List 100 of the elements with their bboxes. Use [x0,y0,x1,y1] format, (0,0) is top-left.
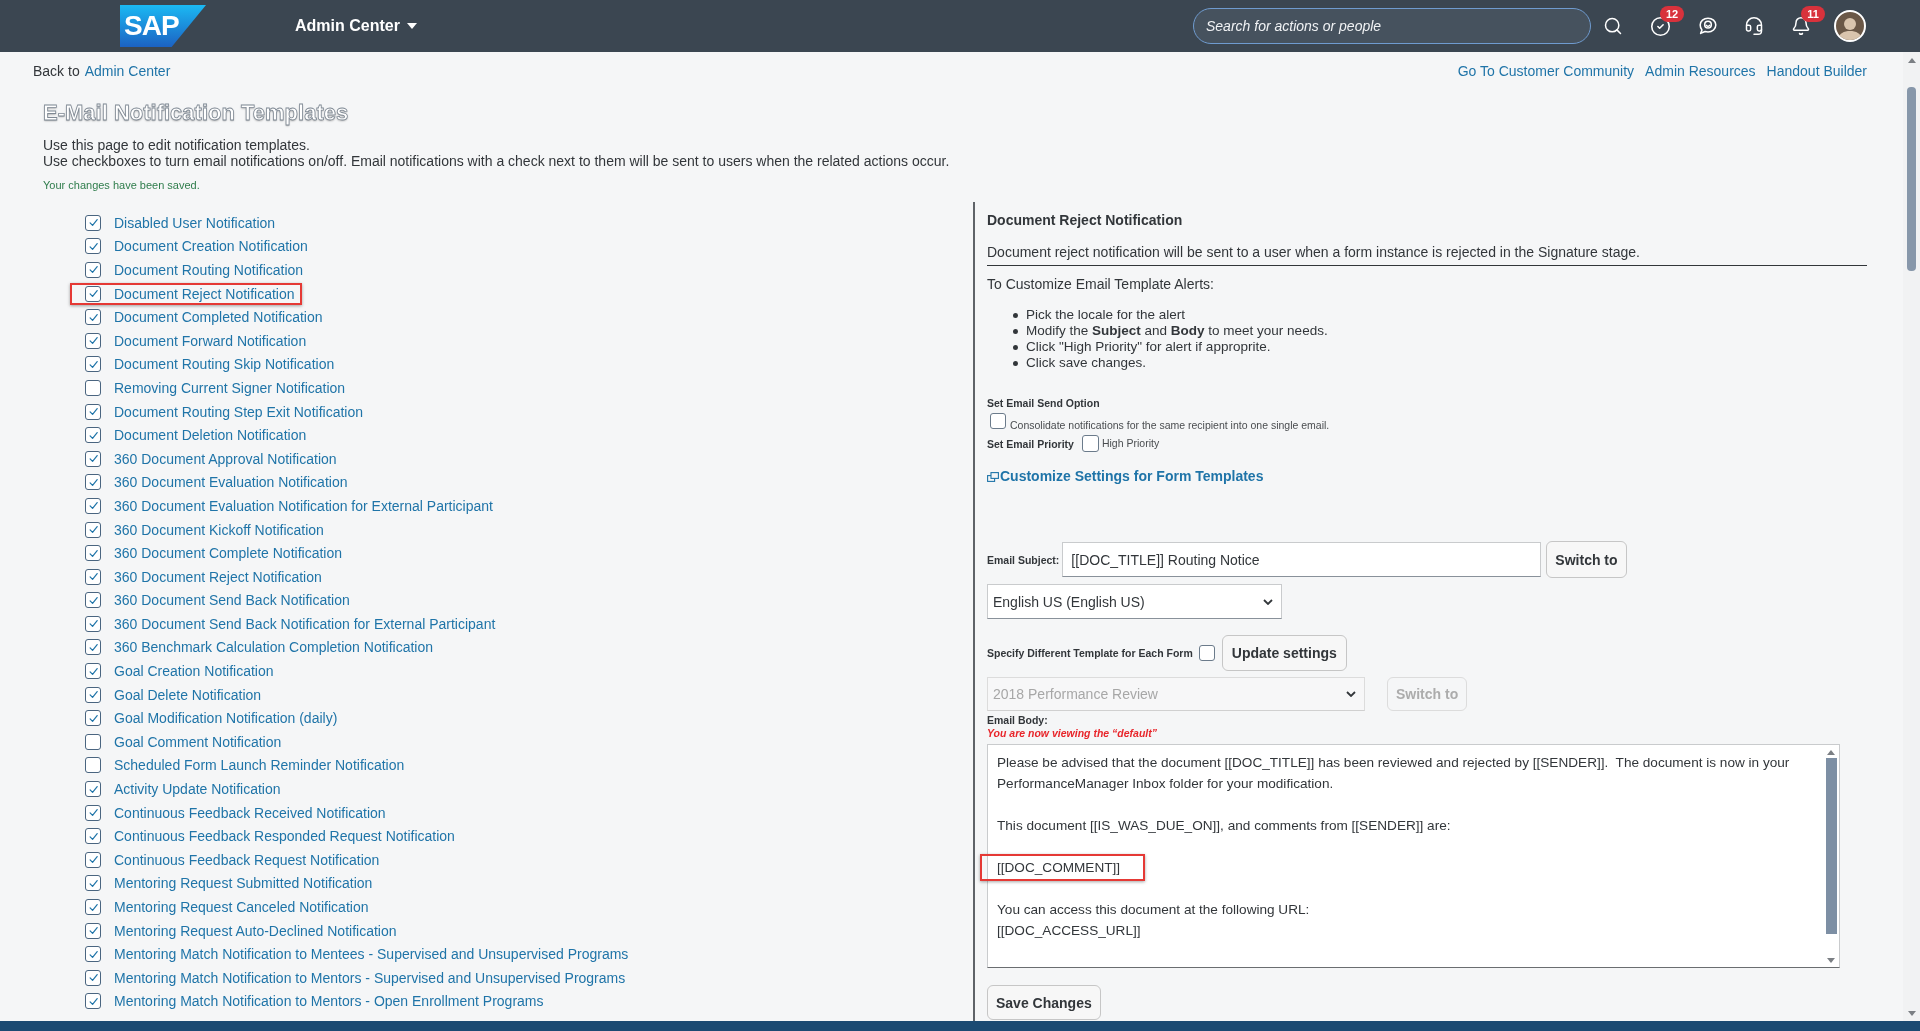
checkbox[interactable] [85,356,101,373]
notification-link[interactable]: Mentoring Request Canceled Notification [114,899,369,915]
checkbox[interactable] [85,899,101,915]
bullet-icon [1013,312,1018,318]
notification-link[interactable]: Scheduled Form Launch Reminder Notification [114,757,405,774]
check-icon [87,807,99,819]
switch-to-button[interactable]: Switch to [1546,541,1627,578]
notification-link[interactable]: 360 Document Complete Notification [114,545,342,562]
notification-link[interactable]: Removing Current Signer Notification [114,379,346,396]
notification-link[interactable]: 360 Document Reject Notification [114,568,322,585]
notification-link[interactable]: Mentoring Request Auto-Declined Notification [114,922,397,939]
update-settings-button[interactable]: Update settings [1221,635,1347,671]
save-changes-button[interactable]: Save Changes [987,985,1101,1020]
notification-link[interactable]: Document Completed Notification [114,309,323,326]
checkbox[interactable] [85,922,101,939]
notification-link[interactable]: Activity Update Notification [114,781,281,798]
checkbox[interactable] [85,332,101,349]
scrollbar-thumb[interactable] [1825,758,1837,934]
checkbox[interactable] [85,450,101,467]
notification-link[interactable]: 360 Document Evaluation Notification for External Participant [114,497,493,514]
checkbox[interactable] [85,663,101,680]
search-field[interactable]: Search for actions or people [1193,8,1591,44]
top-link[interactable]: Go To Customer Community [1457,62,1635,80]
notifications-button[interactable]: 11 [1784,6,1826,46]
checkbox[interactable] [85,474,101,491]
notification-link[interactable]: 360 Document Approval Notification [114,450,337,467]
check-icon [87,476,99,488]
notification-link[interactable]: Goal Delete Notification [114,686,262,703]
customize-link[interactable]: Customize Settings for Form Templates [987,468,1264,485]
scroll-down-icon [1827,958,1835,963]
checkbox[interactable] [85,568,101,585]
check-icon [87,642,99,653]
count-badge: 11 [1801,6,1825,22]
checkbox[interactable] [85,686,101,703]
notification-link[interactable]: Goal Modification Notification (daily) [114,710,338,727]
checkbox[interactable] [85,710,101,727]
notification-link[interactable]: Continuous Feedback Request Notification [114,851,380,868]
checkbox[interactable] [85,592,101,609]
notification-link[interactable]: Document Deletion Notification [114,427,307,444]
notification-link[interactable]: 360 Document Send Back Notification for External Participant [114,615,496,632]
notification-link[interactable]: Goal Creation Notification [114,663,274,680]
checkbox[interactable] [85,403,101,420]
checkbox[interactable] [990,413,1006,429]
checkbox[interactable] [85,875,101,892]
notification-link[interactable]: Continuous Feedback Received Notification [114,804,386,821]
checkbox[interactable] [85,804,101,821]
top-link[interactable]: Admin Resources [1645,62,1756,80]
notification-link[interactable]: 360 Document Kickoff Notification [114,521,324,538]
notification-link[interactable]: 360 Document Evaluation Notification [114,474,348,491]
intro-text: Use this page to edit notification templates. [43,137,311,153]
scrollbar-thumb[interactable] [1907,87,1916,271]
notification-link[interactable]: Mentoring Match Notification to Mentors - Supervised and Unsupervised Programs [114,969,626,986]
checkbox[interactable] [85,521,101,538]
notification-link[interactable]: Document Forward Notification [114,332,307,349]
top-link[interactable]: Handout Builder [1766,62,1867,80]
notification-link[interactable]: Mentoring Match Notification to Mentees - Supervised and Unsupervised Programs [114,946,629,963]
checkbox[interactable] [85,309,101,326]
checkbox[interactable] [85,757,101,774]
checkbox[interactable] [85,497,101,514]
avatar-button[interactable] [1834,10,1866,42]
notification-link[interactable]: Continuous Feedback Responded Request Notification [114,828,455,845]
instruction-text: Click "High Priority" for alert if approprite. [1026,339,1271,355]
page-title: E-Mail Notification Templates [43,100,349,126]
locale-select[interactable]: English US (English US) [987,584,1282,619]
checkbox[interactable] [85,285,101,302]
checkbox[interactable] [85,969,101,986]
notification-link[interactable]: Document Creation Notification [114,238,308,255]
notification-link[interactable]: 360 Document Send Back Notification [114,592,350,609]
checkbox[interactable] [85,262,101,278]
notification-link[interactable]: Document Routing Notification [114,262,304,278]
checkbox[interactable] [85,733,101,750]
back-link[interactable]: Admin Center [84,62,171,80]
checkbox[interactable] [1081,435,1099,452]
checkbox[interactable] [85,946,101,963]
app-menu-button[interactable]: Admin Center [295,13,417,39]
notification-link[interactable]: Document Reject Notification [114,285,295,302]
checkbox[interactable] [85,781,101,798]
notification-link[interactable]: Mentoring Match Notification to Mentors - Open Enrollment Programs [114,993,544,1010]
checkbox[interactable] [85,828,101,845]
scrollbar[interactable] [1903,52,1920,1021]
checkbox[interactable] [85,615,101,632]
checkbox[interactable] [85,851,101,868]
checkbox[interactable] [85,993,101,1010]
checkbox[interactable] [1198,645,1215,661]
subject-field[interactable]: [[DOC_TITLE]] Routing Notice [1062,542,1542,577]
checkbox[interactable] [85,214,101,231]
checkbox[interactable] [85,639,101,656]
notification-link[interactable]: Document Routing Skip Notification [114,356,335,373]
checkbox[interactable] [85,379,101,396]
notification-link[interactable]: 360 Benchmark Calculation Completion Notification [114,639,434,656]
tasks-button[interactable]: 12 [1643,6,1685,46]
notification-link[interactable]: Mentoring Request Submitted Notification [114,875,373,892]
notification-link[interactable]: Document Routing Step Exit Notification [114,403,363,420]
notification-link[interactable]: Goal Comment Notification [114,733,282,750]
logo[interactable]: SAP [120,5,206,47]
checkbox[interactable] [85,545,101,562]
checkbox[interactable] [85,427,101,444]
checkbox[interactable] [85,238,101,255]
notification-link[interactable]: Disabled User Notification [114,214,276,231]
check-icon [87,453,99,465]
